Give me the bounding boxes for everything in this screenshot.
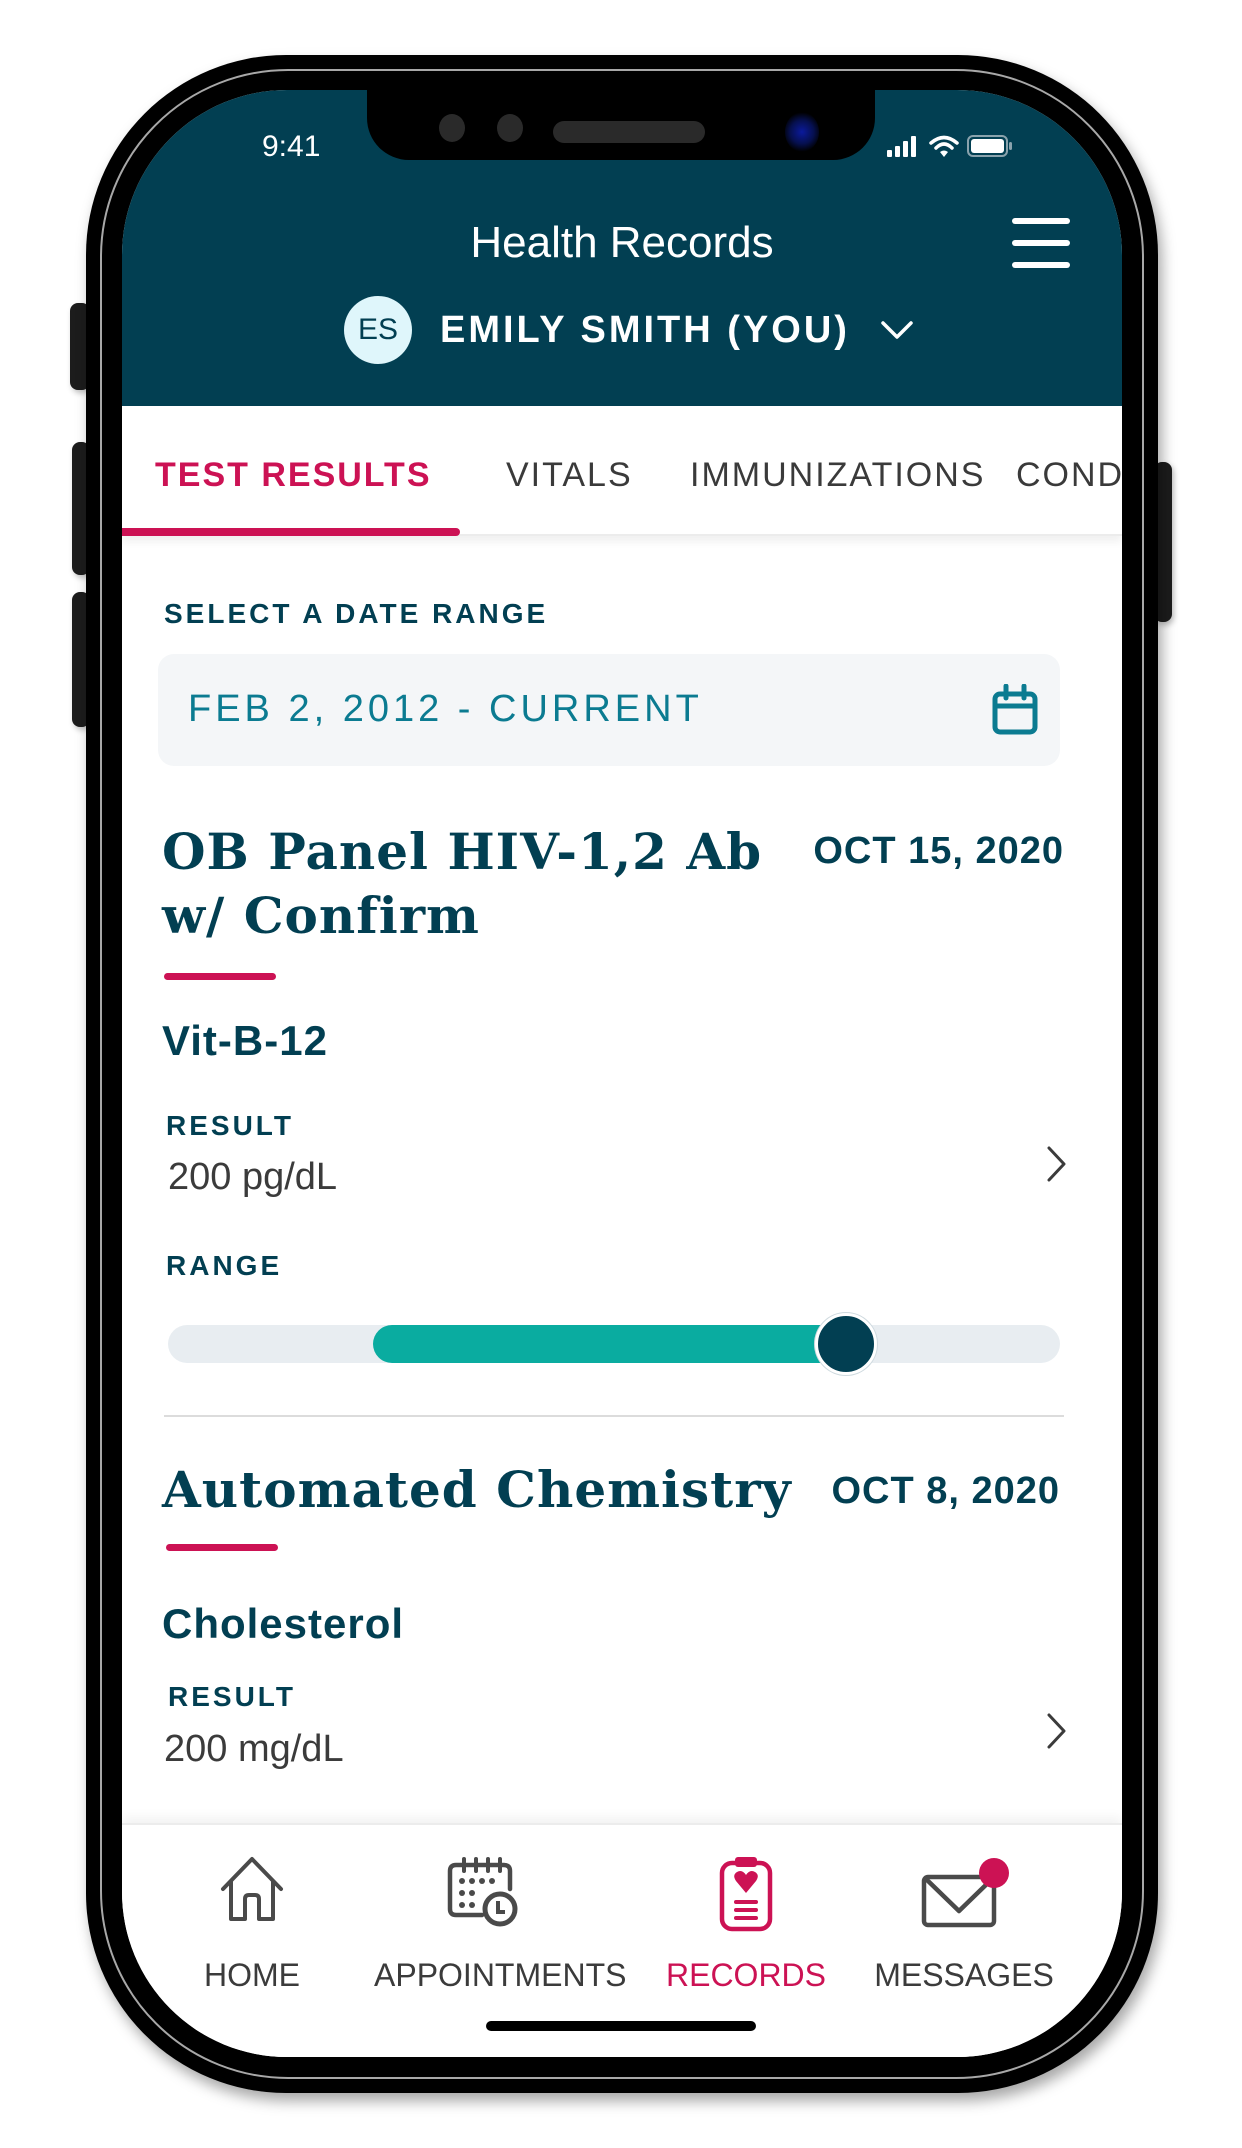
date-range-value: FEB 2, 2012 - CURRENT [188,688,703,730]
profile-switcher[interactable]: ES EMILY SMITH (YOU) [344,296,914,364]
nav-messages[interactable]: MESSAGES [854,1825,1074,2005]
result-value: 200 mg/dL [164,1728,344,1770]
title-accent-bar [164,973,276,980]
panel-title-line: w/ Confirm [162,886,480,945]
clipboard-heart-icon [719,1857,773,1932]
tab-vitals[interactable]: VITALS [506,456,633,495]
hamburger-menu-icon[interactable] [1012,218,1070,268]
home-indicator[interactable] [486,2021,756,2031]
earpiece-speaker [553,121,705,143]
nav-label: APPOINTMENTS [374,1957,627,1993]
tab-conditions[interactable]: COND [1016,456,1122,495]
chevron-right-icon[interactable] [1046,1145,1068,1183]
chevron-down-icon [881,321,913,339]
nav-home[interactable]: HOME [142,1825,362,2005]
date-range-label: SELECT A DATE RANGE [164,598,549,629]
records-tabs: TEST RESULTS VITALS IMMUNIZATIONS COND [122,406,1122,536]
notch [367,90,875,160]
normal-range-fill [373,1325,846,1363]
range-label: RANGE [166,1250,283,1281]
bottom-navigation: HOME APPOINTMENTS RECORDS MESSAGES [122,1823,1122,2057]
nav-label: MESSAGES [874,1957,1054,1993]
panel-date: OCT 8, 2020 [831,1470,1060,1512]
panel-title: Automated Chemistry [162,1460,792,1519]
front-sensor-dot [439,114,465,142]
nav-appointments[interactable]: APPOINTMENTS [374,1825,627,2005]
range-slider-track[interactable] [168,1313,1060,1375]
front-sensor-dot [497,114,523,142]
envelope-icon [921,1858,1009,1928]
section-divider [164,1415,1064,1417]
result-label: RESULT [166,1110,294,1141]
status-icons [887,132,1013,160]
nav-records[interactable]: RECORDS [636,1825,856,2005]
page-title: Health Records [470,218,774,267]
chevron-right-icon[interactable] [1046,1712,1068,1750]
date-range-picker[interactable]: FEB 2, 2012 - CURRENT [158,654,1060,766]
result-value: 200 pg/dL [168,1156,338,1198]
avatar: ES [344,296,412,364]
nav-label: HOME [204,1957,300,1993]
test-name: Cholesterol [162,1600,405,1647]
profile-name: EMILY SMITH (YOU) [440,308,850,351]
app-header: 9:41 Health Records ES EMILY SMITH (YOU) [122,90,1122,406]
phone-screen: 9:41 Health Records ES EMILY SMITH (YOU)… [122,90,1122,2057]
active-tab-indicator [122,528,460,536]
home-icon [221,1857,283,1921]
front-camera [785,112,819,152]
title-accent-bar [166,1544,278,1551]
test-name: Vit-B-12 [162,1017,328,1064]
notification-badge [979,1858,1009,1888]
calendar-clock-icon [447,1857,518,1927]
tab-test-results[interactable]: TEST RESULTS [155,456,432,495]
nav-label: RECORDS [665,1957,826,1993]
result-value-marker[interactable] [814,1313,877,1375]
result-label: RESULT [168,1681,296,1712]
tab-immunizations[interactable]: IMMUNIZATIONS [690,456,985,495]
battery-icon [967,135,1012,157]
calendar-icon [992,684,1038,735]
panel-title-line: OB Panel HIV-1,2 Ab [162,822,763,881]
wifi-icon [929,135,959,157]
status-time: 9:41 [262,130,321,163]
panel-date: OCT 15, 2020 [813,830,1064,872]
panel-title: OB Panel HIV-1,2 Ab w/ Confirm [162,820,762,948]
signal-icon [887,136,916,157]
